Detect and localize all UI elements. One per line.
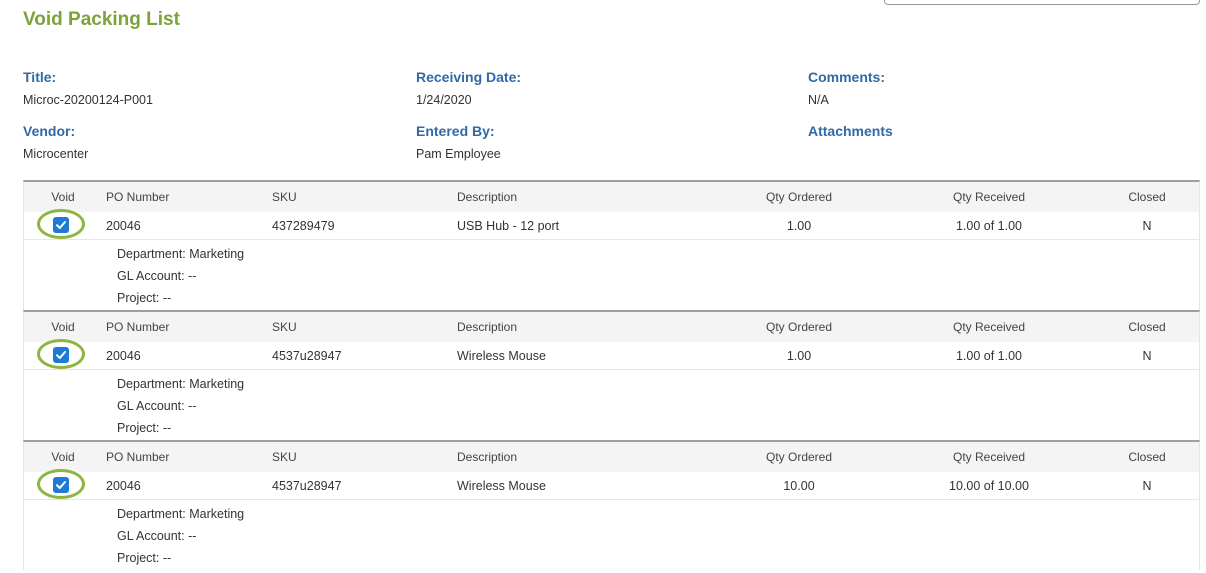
title-value: Microc-20200124-P001	[23, 93, 153, 107]
table-header-row: Void PO Number SKU Description Qty Order…	[24, 182, 1199, 213]
column-header-closed: Closed	[1128, 450, 1166, 464]
column-header-void: Void	[51, 320, 75, 334]
line-item-block: Void PO Number SKU Description Qty Order…	[23, 310, 1200, 440]
column-header-description: Description	[457, 190, 518, 204]
table-header-row: Void PO Number SKU Description Qty Order…	[24, 312, 1199, 343]
comments-label: Comments:	[808, 69, 886, 85]
line-item-block: Void PO Number SKU Description Qty Order…	[23, 440, 1200, 570]
column-header-void: Void	[51, 190, 75, 204]
void-checkbox[interactable]	[53, 217, 69, 233]
column-header-qty-received: Qty Received	[952, 450, 1026, 464]
attachments-link[interactable]: Attachments	[808, 123, 893, 139]
qty-ordered-cell: 1.00	[786, 218, 812, 233]
closed-cell: N	[1142, 348, 1152, 363]
checkmark-icon	[56, 351, 66, 359]
project-detail: Project: --	[117, 291, 172, 305]
column-header-qty-received: Qty Received	[952, 190, 1026, 204]
qty-ordered-cell: 1.00	[786, 348, 812, 363]
column-header-sku: SKU	[272, 190, 297, 204]
qty-received-cell: 1.00 of 1.00	[955, 218, 1023, 233]
receiving-date-value: 1/24/2020	[416, 93, 472, 107]
table-row: 20046 4537u28947 Wireless Mouse 10.00 10…	[24, 469, 1199, 500]
comments-value: N/A	[808, 93, 829, 107]
checkmark-icon	[56, 221, 66, 229]
department-detail: Department: Marketing	[117, 247, 245, 261]
description-cell: USB Hub - 12 port	[457, 218, 560, 233]
description-cell: Wireless Mouse	[457, 478, 546, 493]
column-header-sku: SKU	[272, 320, 297, 334]
column-header-closed: Closed	[1128, 320, 1166, 334]
vendor-value: Microcenter	[23, 147, 89, 161]
entered-by-label: Entered By:	[416, 123, 495, 139]
po-number-cell: 20046	[106, 348, 141, 363]
column-header-po-number: PO Number	[106, 190, 170, 204]
column-header-qty-ordered: Qty Ordered	[765, 320, 833, 334]
entered-by-value: Pam Employee	[416, 147, 501, 161]
receiving-date-label: Receiving Date:	[416, 69, 522, 85]
po-number-cell: 20046	[106, 218, 141, 233]
column-header-description: Description	[457, 320, 518, 334]
table-row: 20046 4537u28947 Wireless Mouse 1.00 1.0…	[24, 339, 1199, 370]
po-number-cell: 20046	[106, 478, 141, 493]
department-detail: Department: Marketing	[117, 377, 245, 391]
table-header-row: Void PO Number SKU Description Qty Order…	[24, 442, 1199, 473]
project-detail: Project: --	[117, 551, 172, 565]
department-detail: Department: Marketing	[117, 507, 245, 521]
sku-cell: 437289479	[272, 218, 335, 233]
gl-account-detail: GL Account: --	[117, 529, 197, 543]
void-checkbox[interactable]	[53, 347, 69, 363]
column-header-description: Description	[457, 450, 518, 464]
page-title: Void Packing List	[23, 9, 180, 30]
column-header-po-number: PO Number	[106, 450, 170, 464]
checkmark-icon	[56, 481, 66, 489]
sku-cell: 4537u28947	[272, 478, 342, 493]
gl-account-detail: GL Account: --	[117, 269, 197, 283]
column-header-sku: SKU	[272, 450, 297, 464]
column-header-void: Void	[51, 450, 75, 464]
sku-cell: 4537u28947	[272, 348, 342, 363]
closed-cell: N	[1142, 478, 1152, 493]
table-row: 20046 437289479 USB Hub - 12 port 1.00 1…	[24, 209, 1199, 240]
column-header-qty-ordered: Qty Ordered	[765, 450, 833, 464]
line-item-block: Void PO Number SKU Description Qty Order…	[23, 180, 1200, 310]
gl-account-detail: GL Account: --	[117, 399, 197, 413]
search-box-partial[interactable]	[884, 0, 1200, 5]
void-checkbox[interactable]	[53, 477, 69, 493]
project-detail: Project: --	[117, 421, 172, 435]
column-header-qty-received: Qty Received	[952, 320, 1026, 334]
qty-received-cell: 1.00 of 1.00	[955, 348, 1023, 363]
column-header-po-number: PO Number	[106, 320, 170, 334]
title-label: Title:	[23, 69, 57, 85]
vendor-label: Vendor:	[23, 123, 76, 139]
closed-cell: N	[1142, 218, 1152, 233]
qty-ordered-cell: 10.00	[783, 478, 815, 493]
qty-received-cell: 10.00 of 10.00	[949, 478, 1029, 493]
column-header-closed: Closed	[1128, 190, 1166, 204]
column-header-qty-ordered: Qty Ordered	[765, 190, 833, 204]
description-cell: Wireless Mouse	[457, 348, 546, 363]
